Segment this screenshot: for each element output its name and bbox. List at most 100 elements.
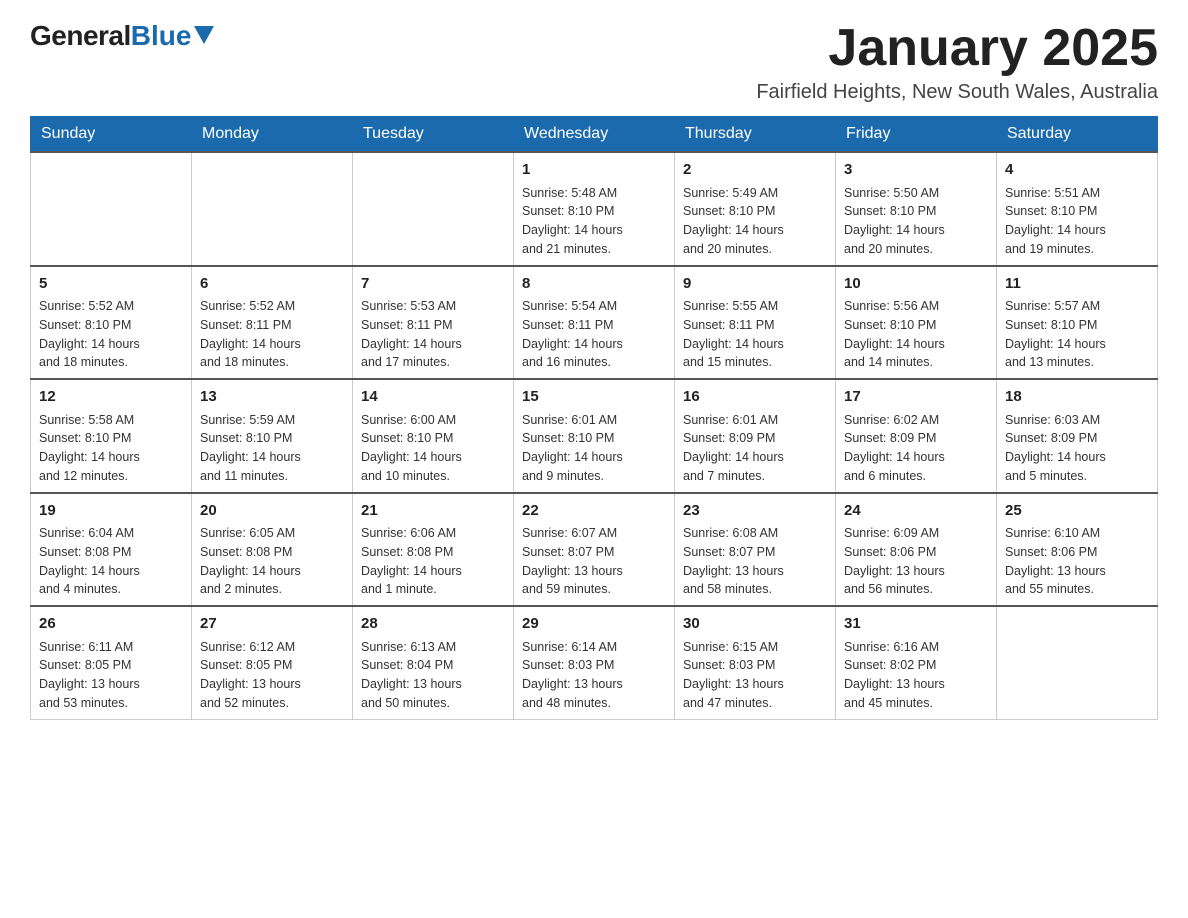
calendar-cell: 4Sunrise: 5:51 AM Sunset: 8:10 PM Daylig… <box>997 152 1158 266</box>
header: General Blue January 2025 Fairfield Heig… <box>30 20 1158 104</box>
day-number: 30 <box>683 613 827 636</box>
calendar-cell: 30Sunrise: 6:15 AM Sunset: 8:03 PM Dayli… <box>675 606 836 719</box>
calendar-cell: 10Sunrise: 5:56 AM Sunset: 8:10 PM Dayli… <box>836 266 997 380</box>
day-info: Sunrise: 5:54 AM Sunset: 8:11 PM Dayligh… <box>522 297 666 372</box>
day-number: 14 <box>361 386 505 409</box>
calendar-cell: 31Sunrise: 6:16 AM Sunset: 8:02 PM Dayli… <box>836 606 997 719</box>
day-number: 13 <box>200 386 344 409</box>
day-info: Sunrise: 6:15 AM Sunset: 8:03 PM Dayligh… <box>683 638 827 713</box>
calendar-cell <box>997 606 1158 719</box>
day-info: Sunrise: 6:00 AM Sunset: 8:10 PM Dayligh… <box>361 411 505 486</box>
logo-triangle-icon <box>194 26 214 44</box>
calendar-week-row: 12Sunrise: 5:58 AM Sunset: 8:10 PM Dayli… <box>31 379 1158 493</box>
day-info: Sunrise: 5:48 AM Sunset: 8:10 PM Dayligh… <box>522 184 666 259</box>
day-number: 10 <box>844 273 988 296</box>
calendar-cell: 17Sunrise: 6:02 AM Sunset: 8:09 PM Dayli… <box>836 379 997 493</box>
day-number: 31 <box>844 613 988 636</box>
day-info: Sunrise: 5:58 AM Sunset: 8:10 PM Dayligh… <box>39 411 183 486</box>
calendar-cell <box>353 152 514 266</box>
day-number: 12 <box>39 386 183 409</box>
day-info: Sunrise: 6:02 AM Sunset: 8:09 PM Dayligh… <box>844 411 988 486</box>
calendar-cell <box>192 152 353 266</box>
day-number: 4 <box>1005 159 1149 182</box>
calendar-table: SundayMondayTuesdayWednesdayThursdayFrid… <box>30 116 1158 720</box>
calendar-cell: 14Sunrise: 6:00 AM Sunset: 8:10 PM Dayli… <box>353 379 514 493</box>
logo-blue-text: Blue <box>131 20 192 52</box>
day-info: Sunrise: 5:49 AM Sunset: 8:10 PM Dayligh… <box>683 184 827 259</box>
day-number: 19 <box>39 500 183 523</box>
calendar-cell: 25Sunrise: 6:10 AM Sunset: 8:06 PM Dayli… <box>997 493 1158 607</box>
calendar-cell: 11Sunrise: 5:57 AM Sunset: 8:10 PM Dayli… <box>997 266 1158 380</box>
day-number: 25 <box>1005 500 1149 523</box>
page-title: January 2025 <box>756 20 1158 77</box>
calendar-cell: 26Sunrise: 6:11 AM Sunset: 8:05 PM Dayli… <box>31 606 192 719</box>
calendar-cell: 6Sunrise: 5:52 AM Sunset: 8:11 PM Daylig… <box>192 266 353 380</box>
day-number: 8 <box>522 273 666 296</box>
calendar-week-row: 1Sunrise: 5:48 AM Sunset: 8:10 PM Daylig… <box>31 152 1158 266</box>
day-info: Sunrise: 5:56 AM Sunset: 8:10 PM Dayligh… <box>844 297 988 372</box>
day-info: Sunrise: 6:07 AM Sunset: 8:07 PM Dayligh… <box>522 524 666 599</box>
day-info: Sunrise: 6:14 AM Sunset: 8:03 PM Dayligh… <box>522 638 666 713</box>
day-number: 7 <box>361 273 505 296</box>
calendar-cell: 23Sunrise: 6:08 AM Sunset: 8:07 PM Dayli… <box>675 493 836 607</box>
logo-general-text: General <box>30 20 131 52</box>
calendar-cell: 20Sunrise: 6:05 AM Sunset: 8:08 PM Dayli… <box>192 493 353 607</box>
day-number: 16 <box>683 386 827 409</box>
day-info: Sunrise: 6:04 AM Sunset: 8:08 PM Dayligh… <box>39 524 183 599</box>
day-info: Sunrise: 5:53 AM Sunset: 8:11 PM Dayligh… <box>361 297 505 372</box>
calendar-cell: 21Sunrise: 6:06 AM Sunset: 8:08 PM Dayli… <box>353 493 514 607</box>
calendar-header-tuesday: Tuesday <box>353 117 514 153</box>
logo: General Blue <box>30 20 214 52</box>
day-number: 27 <box>200 613 344 636</box>
day-number: 29 <box>522 613 666 636</box>
calendar-cell: 28Sunrise: 6:13 AM Sunset: 8:04 PM Dayli… <box>353 606 514 719</box>
calendar-cell: 24Sunrise: 6:09 AM Sunset: 8:06 PM Dayli… <box>836 493 997 607</box>
calendar-header-monday: Monday <box>192 117 353 153</box>
day-number: 1 <box>522 159 666 182</box>
page-subtitle: Fairfield Heights, New South Wales, Aust… <box>756 81 1158 104</box>
calendar-header-saturday: Saturday <box>997 117 1158 153</box>
calendar-cell: 15Sunrise: 6:01 AM Sunset: 8:10 PM Dayli… <box>514 379 675 493</box>
calendar-cell: 18Sunrise: 6:03 AM Sunset: 8:09 PM Dayli… <box>997 379 1158 493</box>
day-number: 18 <box>1005 386 1149 409</box>
logo-blue-part: Blue <box>131 20 215 52</box>
day-info: Sunrise: 5:52 AM Sunset: 8:11 PM Dayligh… <box>200 297 344 372</box>
calendar-cell: 9Sunrise: 5:55 AM Sunset: 8:11 PM Daylig… <box>675 266 836 380</box>
day-info: Sunrise: 6:09 AM Sunset: 8:06 PM Dayligh… <box>844 524 988 599</box>
calendar-header-row: SundayMondayTuesdayWednesdayThursdayFrid… <box>31 117 1158 153</box>
day-info: Sunrise: 5:59 AM Sunset: 8:10 PM Dayligh… <box>200 411 344 486</box>
day-number: 2 <box>683 159 827 182</box>
day-number: 22 <box>522 500 666 523</box>
day-info: Sunrise: 6:05 AM Sunset: 8:08 PM Dayligh… <box>200 524 344 599</box>
day-number: 11 <box>1005 273 1149 296</box>
day-number: 20 <box>200 500 344 523</box>
day-info: Sunrise: 6:01 AM Sunset: 8:10 PM Dayligh… <box>522 411 666 486</box>
day-info: Sunrise: 6:06 AM Sunset: 8:08 PM Dayligh… <box>361 524 505 599</box>
calendar-week-row: 19Sunrise: 6:04 AM Sunset: 8:08 PM Dayli… <box>31 493 1158 607</box>
calendar-cell: 5Sunrise: 5:52 AM Sunset: 8:10 PM Daylig… <box>31 266 192 380</box>
day-info: Sunrise: 6:13 AM Sunset: 8:04 PM Dayligh… <box>361 638 505 713</box>
calendar-header-wednesday: Wednesday <box>514 117 675 153</box>
day-number: 21 <box>361 500 505 523</box>
calendar-header-sunday: Sunday <box>31 117 192 153</box>
calendar-cell: 8Sunrise: 5:54 AM Sunset: 8:11 PM Daylig… <box>514 266 675 380</box>
day-number: 28 <box>361 613 505 636</box>
day-info: Sunrise: 6:16 AM Sunset: 8:02 PM Dayligh… <box>844 638 988 713</box>
calendar-cell: 19Sunrise: 6:04 AM Sunset: 8:08 PM Dayli… <box>31 493 192 607</box>
calendar-cell: 29Sunrise: 6:14 AM Sunset: 8:03 PM Dayli… <box>514 606 675 719</box>
day-info: Sunrise: 6:10 AM Sunset: 8:06 PM Dayligh… <box>1005 524 1149 599</box>
day-number: 26 <box>39 613 183 636</box>
day-info: Sunrise: 5:55 AM Sunset: 8:11 PM Dayligh… <box>683 297 827 372</box>
calendar-cell: 22Sunrise: 6:07 AM Sunset: 8:07 PM Dayli… <box>514 493 675 607</box>
calendar-week-row: 26Sunrise: 6:11 AM Sunset: 8:05 PM Dayli… <box>31 606 1158 719</box>
day-info: Sunrise: 5:52 AM Sunset: 8:10 PM Dayligh… <box>39 297 183 372</box>
day-number: 15 <box>522 386 666 409</box>
day-info: Sunrise: 6:01 AM Sunset: 8:09 PM Dayligh… <box>683 411 827 486</box>
calendar-cell: 7Sunrise: 5:53 AM Sunset: 8:11 PM Daylig… <box>353 266 514 380</box>
calendar-cell <box>31 152 192 266</box>
day-info: Sunrise: 5:51 AM Sunset: 8:10 PM Dayligh… <box>1005 184 1149 259</box>
day-number: 23 <box>683 500 827 523</box>
calendar-cell: 2Sunrise: 5:49 AM Sunset: 8:10 PM Daylig… <box>675 152 836 266</box>
day-info: Sunrise: 6:12 AM Sunset: 8:05 PM Dayligh… <box>200 638 344 713</box>
calendar-header-thursday: Thursday <box>675 117 836 153</box>
